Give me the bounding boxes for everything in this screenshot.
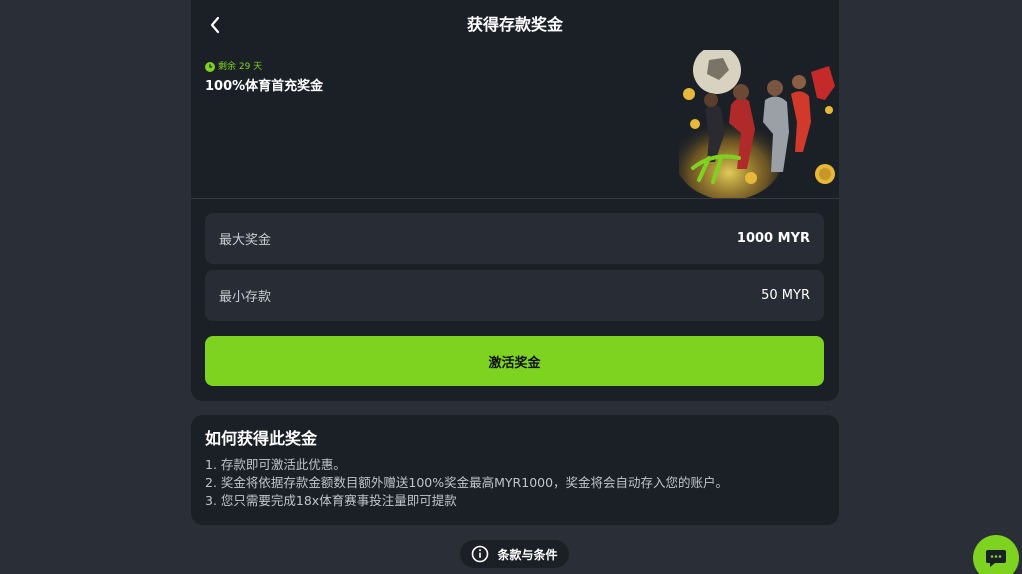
chat-button[interactable] <box>973 535 1019 574</box>
remaining-days-badge: 剩余 29 天 <box>205 61 262 73</box>
how-to-steps: 1. 存款即可激活此优惠。 2. 奖金将依据存款金额数目额外赠送100%奖金最高… <box>205 456 728 510</box>
list-item: 2. 奖金将依据存款金额数目额外赠送100%奖金最高MYR1000，奖金将会自动… <box>205 475 729 490</box>
page: 获得存款奖金 剩余 29 天 100%体育首充奖金 最大奖金 1000 MYR … <box>0 0 1022 574</box>
chat-icon <box>986 550 1006 567</box>
min-deposit-row: 最小存款 50 MYR <box>205 270 824 321</box>
remaining-days-text: 剩余 29 天 <box>218 62 263 72</box>
clock-icon <box>205 62 215 72</box>
how-to-card: 如何获得此奖金 1. 存款即可激活此优惠。 2. 奖金将依据存款金额数目额外赠送… <box>191 415 839 525</box>
terms-label: 条款与条件 <box>497 547 558 562</box>
page-title: 获得存款奖金 <box>466 15 563 34</box>
header: 获得存款奖金 <box>191 0 839 50</box>
list-item: 3. 您只需要完成18x体育赛事投注量即可提款 <box>205 493 457 508</box>
max-bonus-row: 最大奖金 1000 MYR <box>205 213 824 264</box>
how-to-title: 如何获得此奖金 <box>205 429 318 448</box>
min-deposit-value: 50 MYR <box>761 288 810 303</box>
bonus-card: 获得存款奖金 剩余 29 天 100%体育首充奖金 最大奖金 1000 MYR … <box>191 0 839 401</box>
sports-players-illustration <box>679 50 839 198</box>
activate-bonus-button[interactable]: 激活奖金 <box>205 336 824 386</box>
promo-title: 100%体育首充奖金 <box>205 79 324 94</box>
terms-button[interactable]: 条款与条件 <box>460 540 569 568</box>
max-bonus-value: 1000 MYR <box>736 231 810 246</box>
min-deposit-label: 最小存款 <box>219 290 272 305</box>
promo-banner: 剩余 29 天 100%体育首充奖金 <box>191 50 839 198</box>
info-icon <box>472 545 489 563</box>
list-item: 1. 存款即可激活此优惠。 <box>205 457 346 472</box>
divider <box>191 198 839 199</box>
max-bonus-label: 最大奖金 <box>219 233 272 248</box>
